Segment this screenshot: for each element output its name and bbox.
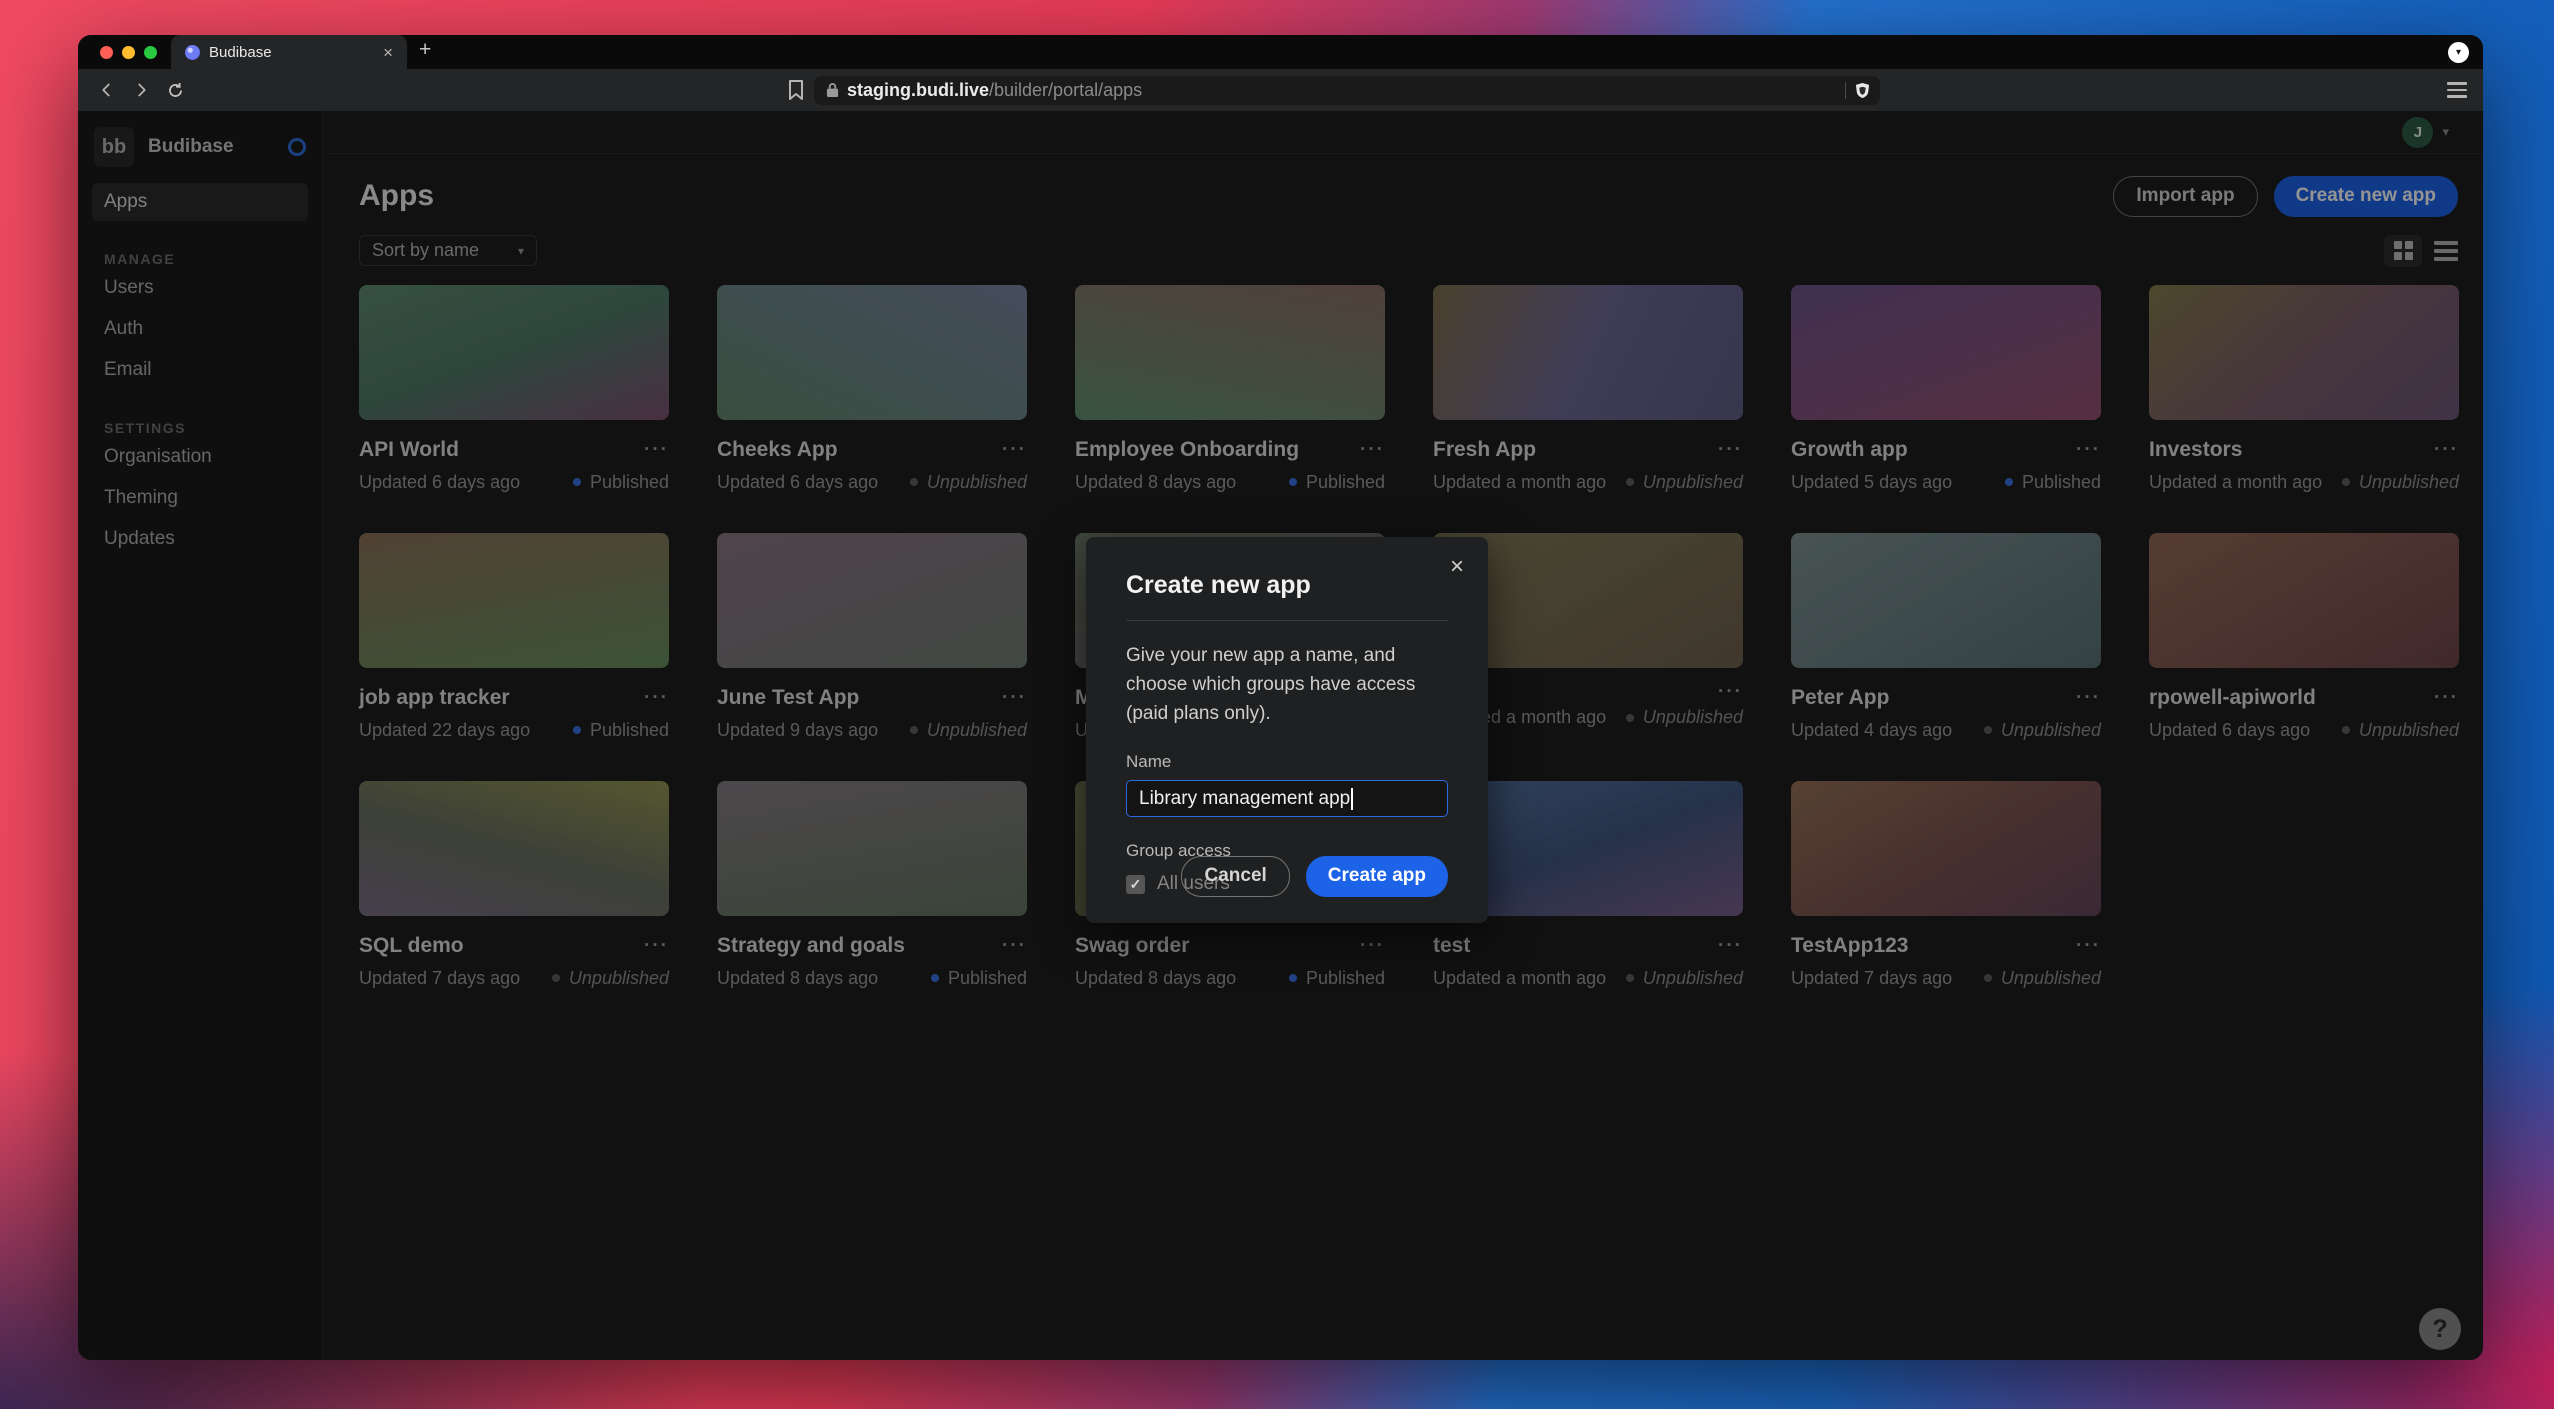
url-bar[interactable]: staging.budi.live/builder/portal/apps [814,76,1880,105]
text-caret [1351,788,1353,810]
desktop: { "browser": { "tab_title": "Budibase", … [0,0,2554,1409]
app-name-input[interactable]: Library management app [1126,780,1448,817]
app-name-value: Library management app [1139,788,1350,810]
new-tab-button[interactable]: + [407,35,443,69]
name-field-label: Name [1126,752,1448,772]
tab-close-icon[interactable]: × [379,42,397,63]
all-users-checkbox[interactable]: ✓ [1126,875,1145,894]
url-path: /builder/portal/apps [989,80,1142,101]
browser-tab[interactable]: Budibase × [171,35,407,69]
tab-favicon-icon [185,45,200,60]
modal-close-icon[interactable]: × [1450,555,1464,579]
page-viewport: bb Budibase Apps MANAGE Users Auth Email… [78,111,2483,1360]
divider [1126,620,1448,621]
url-host: staging.budi.live [847,80,989,101]
modal-title: Create new app [1126,571,1448,600]
tab-title: Budibase [209,44,370,61]
reload-icon[interactable] [162,77,188,103]
browser-window: Budibase × + ▾ staging.budi.live/builder… [78,35,2483,1360]
brave-shield-icon[interactable] [1855,82,1870,99]
cancel-button[interactable]: Cancel [1181,856,1289,897]
browser-toolbar: staging.budi.live/builder/portal/apps [78,69,2483,111]
divider [1845,82,1846,99]
tab-search-button[interactable]: ▾ [2448,42,2469,63]
close-window-button[interactable] [100,46,113,59]
lock-icon [826,82,839,98]
create-app-modal: × Create new app Give your new app a nam… [1086,537,1488,923]
zoom-window-button[interactable] [144,46,157,59]
modal-description: Give your new app a name, and choose whi… [1126,641,1448,728]
bookmark-icon[interactable] [788,80,804,100]
forward-icon[interactable] [128,77,154,103]
help-button[interactable]: ? [2419,1308,2461,1350]
minimize-window-button[interactable] [122,46,135,59]
browser-menu-icon[interactable] [2447,82,2467,97]
window-controls [78,35,171,69]
create-app-button[interactable]: Create app [1306,856,1448,897]
tab-strip: Budibase × + ▾ [78,35,2483,69]
back-icon[interactable] [94,77,120,103]
